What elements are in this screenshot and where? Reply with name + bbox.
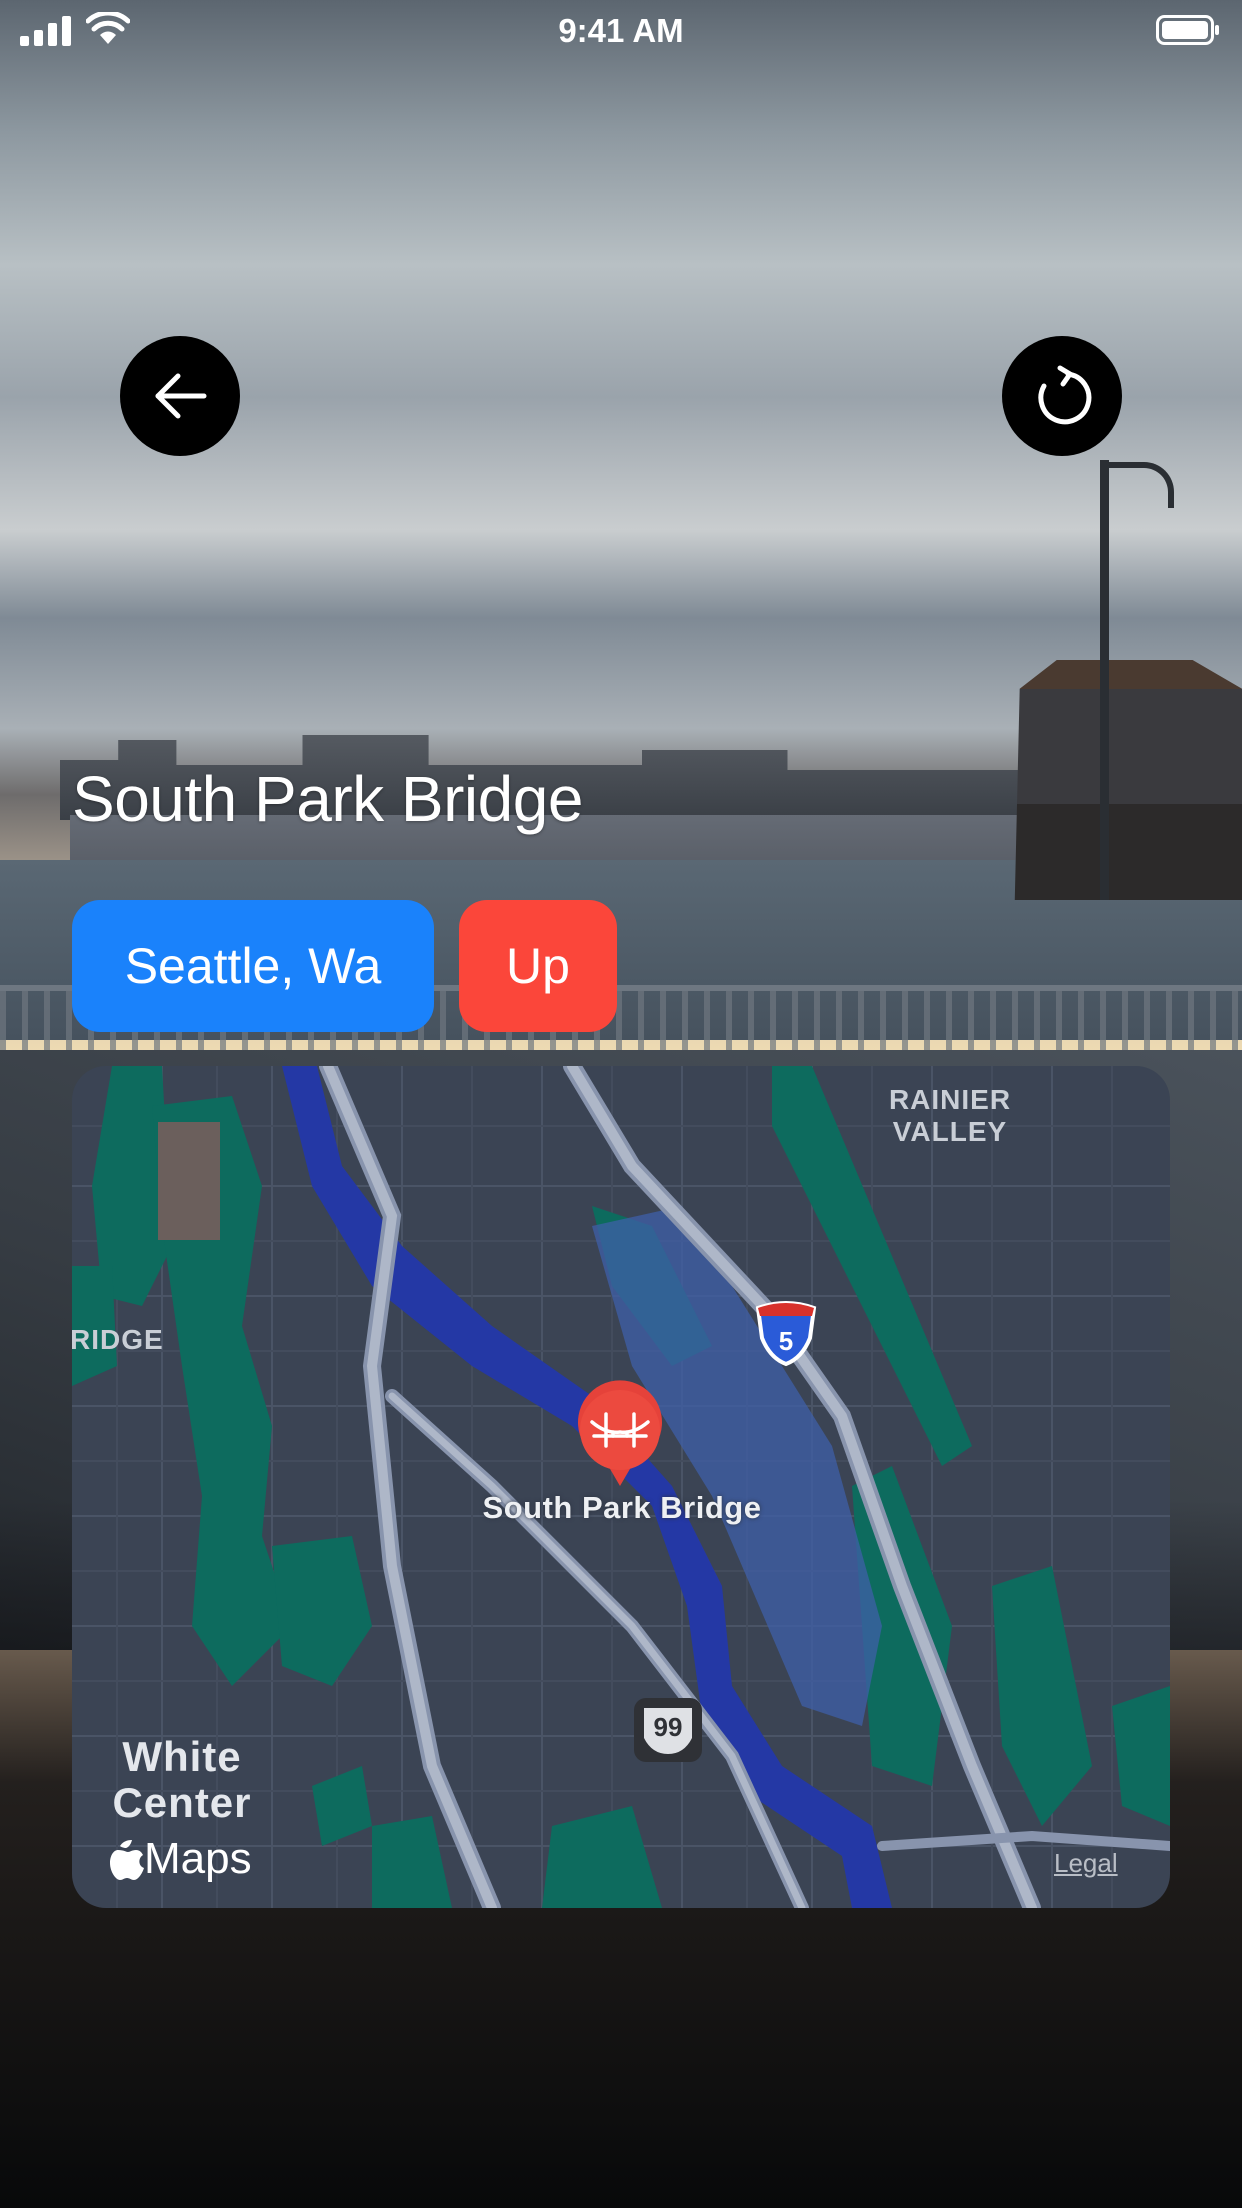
land-block: [158, 1122, 220, 1240]
refresh-icon: [1038, 365, 1092, 425]
bridge-detail-screen: 9:41 AM South Park Bridge Seattle, Wa Up: [0, 0, 1242, 2208]
background-bridge-tower: [1014, 660, 1242, 900]
maps-brand: Maps: [102, 1834, 252, 1884]
legal-link[interactable]: Legal: [1054, 1848, 1118, 1879]
background-lamp-pole: [1100, 460, 1109, 900]
maps-brand-text: Maps: [144, 1834, 252, 1883]
white-center-label: White Center: [112, 1733, 252, 1826]
arrow-left-icon: [155, 373, 207, 419]
pin-label: South Park Bridge: [482, 1490, 762, 1525]
back-button[interactable]: [120, 336, 240, 456]
battery-icon: [1156, 15, 1219, 45]
highway-shield: 99: [634, 1698, 702, 1762]
location-badge[interactable]: Seattle, Wa: [72, 900, 434, 1032]
status-time: 9:41 AM: [558, 12, 684, 49]
refresh-button[interactable]: [1002, 336, 1122, 456]
bridge-title: South Park Bridge: [72, 763, 583, 835]
highway-number: 99: [654, 1712, 683, 1742]
map-view[interactable]: 5 99 RAINIER VALLEY RIDGE White Center S…: [72, 1066, 1170, 1908]
bridge-status-badge[interactable]: Up: [459, 900, 617, 1032]
rainier-valley-label: RAINIER VALLEY: [888, 1084, 1012, 1147]
interstate-number: 5: [779, 1326, 793, 1356]
ridge-label: RIDGE: [72, 1324, 164, 1355]
background-lamp-arm: [1108, 462, 1174, 508]
status-bar: 9:41 AM: [0, 0, 1242, 60]
